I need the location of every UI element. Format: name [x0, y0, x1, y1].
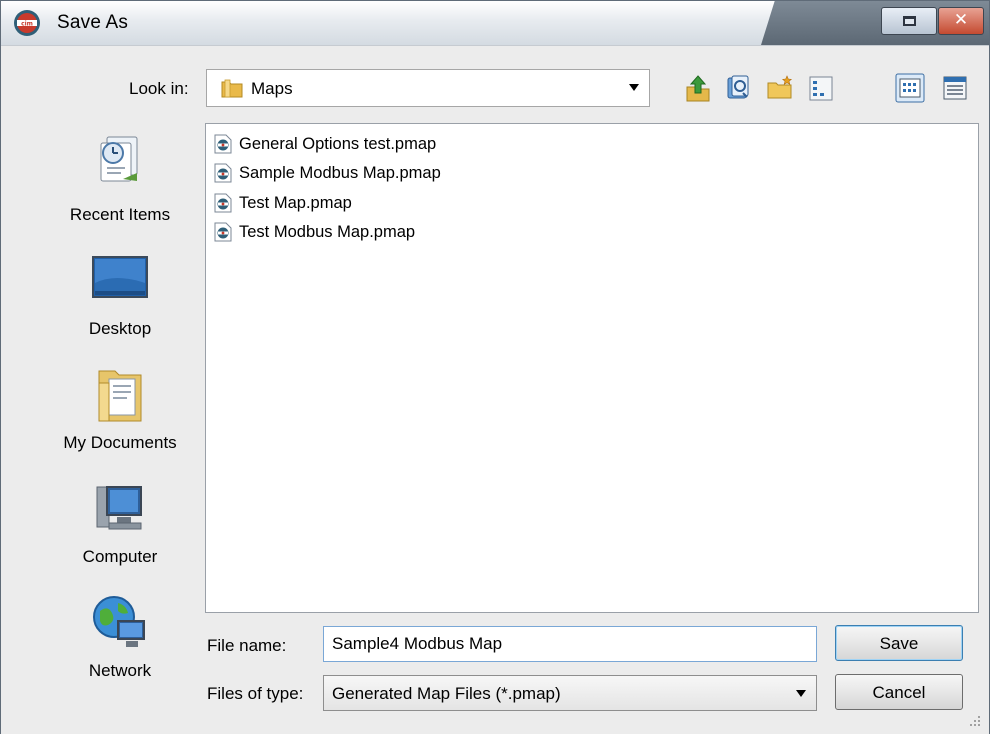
network-icon	[93, 596, 145, 647]
file-list[interactable]: General Options test.pmap Sample Modbus …	[205, 123, 979, 613]
place-label: Recent Items	[69, 205, 171, 224]
file-name: Test Map.pmap	[239, 193, 352, 212]
file-name: Test Modbus Map.pmap	[239, 222, 416, 241]
place-desktop[interactable]	[45, 253, 195, 310]
my-documents-icon	[98, 370, 142, 422]
place-label: My Documents	[63, 433, 177, 452]
place-label: Network	[88, 661, 152, 680]
place-my-documents[interactable]	[45, 363, 195, 430]
view-menu-icon[interactable]	[941, 73, 971, 103]
desktop-icon	[92, 256, 148, 298]
maximize-icon	[903, 16, 916, 26]
place-network[interactable]	[45, 593, 195, 658]
pmap-file-icon	[214, 193, 232, 213]
pmap-file-icon	[214, 163, 232, 183]
file-name-label: File name:	[207, 636, 287, 655]
close-icon: ✕	[953, 10, 969, 30]
window-title: Save As	[57, 12, 129, 33]
maximize-button[interactable]	[881, 7, 937, 35]
resize-grip-icon[interactable]	[969, 715, 981, 727]
place-label: Desktop	[88, 319, 152, 338]
new-folder-icon[interactable]	[765, 73, 795, 103]
file-type-dropdown[interactable]: Generated Map Files (*.pmap)	[323, 675, 817, 711]
close-button[interactable]: ✕	[938, 7, 984, 35]
look-in-dropdown[interactable]: Maps	[206, 69, 650, 107]
pmap-file-icon	[214, 134, 232, 154]
pmap-file-icon	[214, 222, 232, 242]
recent-items-icon	[100, 136, 138, 182]
svg-text:cim: cim	[21, 21, 33, 28]
file-type-label: Files of type:	[207, 684, 304, 703]
file-name-field[interactable]	[323, 626, 817, 662]
cancel-button[interactable]: Cancel	[835, 674, 963, 710]
save-button[interactable]: Save	[835, 625, 963, 661]
place-recent-items[interactable]	[45, 129, 195, 192]
recent-icon[interactable]	[723, 73, 753, 103]
chevron-down-icon	[629, 84, 639, 91]
file-type-value: Generated Map Files (*.pmap)	[332, 684, 561, 703]
look-in-label: Look in:	[129, 79, 189, 98]
place-computer[interactable]	[45, 481, 195, 542]
file-item[interactable]: Test Modbus Map.pmap	[214, 219, 415, 245]
folder-icon	[221, 79, 243, 98]
title-bar[interactable]: cim Save As ✕	[1, 1, 989, 45]
file-name: General Options test.pmap	[239, 134, 437, 153]
file-item[interactable]: Sample Modbus Map.pmap	[214, 160, 441, 186]
cim-logo-icon: cim	[14, 10, 40, 36]
place-label: Computer	[82, 547, 158, 566]
file-name: Sample Modbus Map.pmap	[239, 163, 441, 182]
file-item[interactable]: Test Map.pmap	[214, 190, 352, 216]
save-as-dialog: cim Save As ✕ Look in: Maps Recent Items…	[0, 0, 990, 734]
file-item[interactable]: General Options test.pmap	[214, 131, 436, 157]
view-list-icon[interactable]	[807, 73, 837, 103]
computer-icon	[96, 486, 142, 530]
view-details-icon[interactable]	[895, 73, 925, 103]
chevron-down-icon	[796, 690, 806, 697]
up-one-level-icon[interactable]	[683, 73, 713, 103]
look-in-value: Maps	[251, 79, 293, 98]
